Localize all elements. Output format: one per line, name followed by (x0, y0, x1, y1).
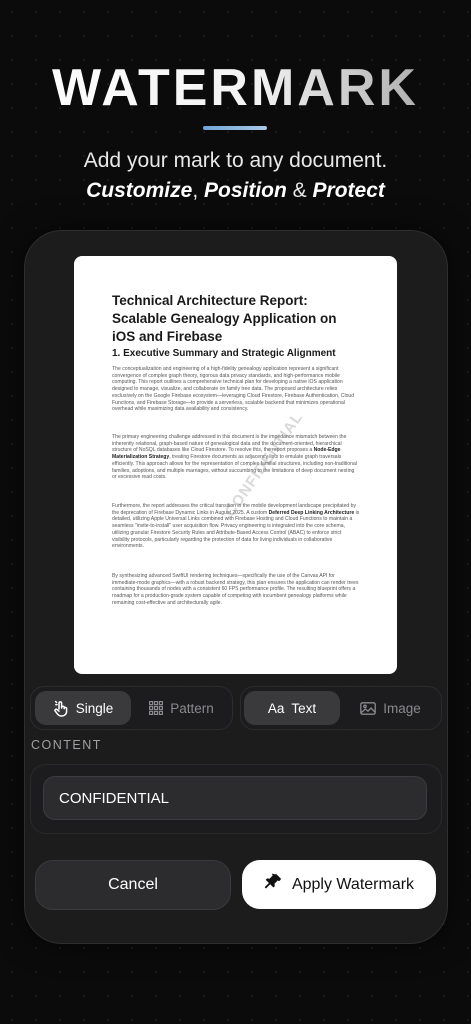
tagline-customize: Customize (86, 179, 193, 202)
content-section-label: CONTENT (31, 738, 102, 752)
mode-pattern-label: Pattern (170, 700, 214, 716)
mode-pattern-button[interactable]: Pattern (135, 691, 228, 725)
paragraph-2-text-a: The primary engineering challenge addres… (112, 434, 347, 454)
mode-single-button[interactable]: Single (35, 691, 131, 725)
cancel-button[interactable]: Cancel (35, 860, 231, 910)
mode-single-label: Single (75, 700, 114, 716)
tagline-protect: Protect (312, 179, 385, 202)
document-preview[interactable]: Technical Architecture Report: Scalable … (74, 256, 397, 674)
grid-icon (149, 701, 164, 715)
hero-accent-rule (203, 126, 267, 130)
watermark-text-input[interactable] (43, 776, 427, 820)
stamp-icon (264, 873, 282, 896)
hero-tagline: Customize, Position & Protect (0, 178, 471, 204)
tagline-sep-2: & (286, 179, 313, 202)
hero-title: WATERMARK (0, 58, 471, 118)
type-text-label: Text (291, 700, 317, 716)
tap-hand-icon (53, 700, 69, 717)
text-type-icon: Aa (267, 700, 285, 716)
tagline-sep-1: , (192, 179, 204, 202)
document-heading: 1. Executive Summary and Strategic Align… (112, 348, 336, 359)
type-segmented-control: Aa Text Image (240, 686, 442, 730)
paragraph-3-bold: Deferred Deep Linking Architecture (268, 509, 355, 516)
mode-segmented-control: Single Pattern (30, 686, 233, 730)
document-title: Technical Architecture Report: Scalable … (112, 293, 337, 344)
type-image-label: Image (383, 700, 421, 716)
document-paragraph-4: By synthesizing advanced SwiftUI renderi… (112, 573, 359, 606)
tagline-position: Position (203, 179, 287, 202)
apply-watermark-button[interactable]: Apply Watermark (242, 860, 436, 909)
type-text-button[interactable]: Aa Text (244, 691, 340, 725)
document-paragraph-1: The conceptualization and engineering of… (112, 366, 355, 413)
photo-icon (360, 701, 377, 715)
document-paragraph-2: The primary engineering challenge addres… (112, 434, 360, 481)
apply-watermark-label: Apply Watermark (291, 875, 415, 893)
type-image-button[interactable]: Image (344, 691, 437, 725)
hero-subtitle: Add your mark to any document. (83, 149, 388, 172)
